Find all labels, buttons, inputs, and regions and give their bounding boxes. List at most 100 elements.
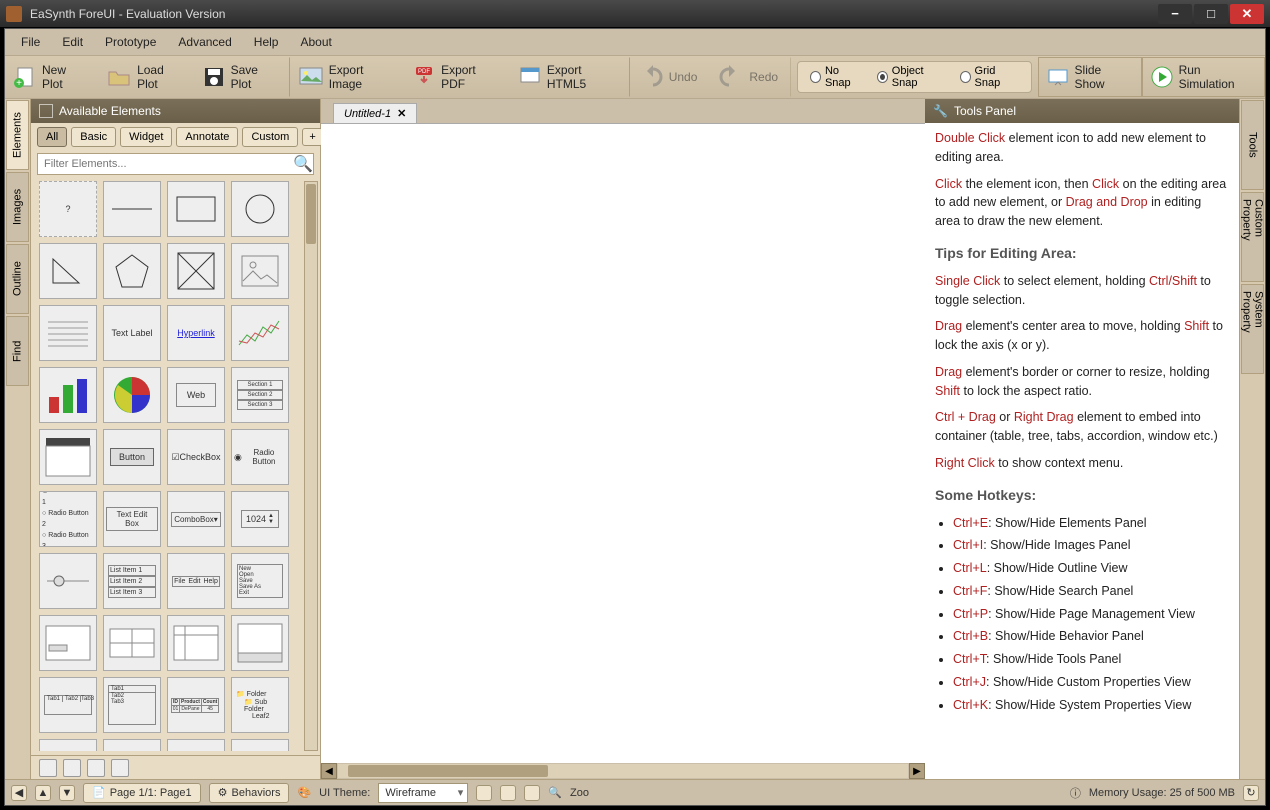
elem-cross[interactable] xyxy=(167,243,225,299)
search-icon[interactable]: 🔍 xyxy=(293,154,313,174)
first-page-button[interactable]: ◀ xyxy=(11,785,27,801)
elem-combobox[interactable]: ComboBox▾ xyxy=(167,491,225,547)
filter-box[interactable]: 🔍 xyxy=(37,153,314,175)
theme-opt3[interactable] xyxy=(524,785,540,801)
minimize-button[interactable]: − xyxy=(1158,4,1192,24)
menu-help[interactable]: Help xyxy=(244,32,289,52)
no-snap-radio[interactable]: No Snap xyxy=(810,65,863,89)
elem-menu[interactable]: NewOpenSaveSave AsExit xyxy=(231,553,289,609)
elem-panel[interactable] xyxy=(231,615,289,671)
cat-basic[interactable]: Basic xyxy=(71,127,116,147)
new-plot-button[interactable]: +New Plot xyxy=(5,57,98,97)
elem-ellipse[interactable] xyxy=(231,181,289,237)
tab-custom-property[interactable]: Custom Property xyxy=(1241,192,1264,282)
elem-vtabs[interactable]: Tab1Tab2Tab3 xyxy=(103,677,161,733)
elem-radiogroup[interactable]: ◉ Radio Button 1○ Radio Button 2○ Radio … xyxy=(39,491,97,547)
elem-list[interactable]: List Item 1List Item 2List Item 3 xyxy=(103,553,161,609)
elem-web[interactable]: Web xyxy=(167,367,225,423)
elem-text-label[interactable]: Text Label xyxy=(103,305,161,361)
refresh-button[interactable]: ↻ xyxy=(1243,785,1259,801)
save-plot-button[interactable]: Save Plot xyxy=(194,57,290,97)
close-button[interactable]: ✕ xyxy=(1230,4,1264,24)
cat-add[interactable]: + xyxy=(302,128,322,146)
palette-icon[interactable]: 🎨 xyxy=(297,786,311,799)
run-simulation-button[interactable]: Run Simulation xyxy=(1142,57,1265,97)
cat-all[interactable]: All xyxy=(37,127,67,147)
cat-custom[interactable]: Custom xyxy=(242,127,298,147)
elem-placeholder[interactable]: ? xyxy=(39,181,97,237)
elem-lines[interactable] xyxy=(39,305,97,361)
object-snap-radio[interactable]: Object Snap xyxy=(877,65,946,89)
elem-form[interactable] xyxy=(39,615,97,671)
undo-button[interactable]: Undo xyxy=(630,57,711,97)
menu-edit[interactable]: Edit xyxy=(52,32,93,52)
elem-chart-pie[interactable] xyxy=(103,367,161,423)
elem-groupbox[interactable]: Group Title xyxy=(39,739,97,751)
pf-btn4[interactable] xyxy=(111,759,129,777)
redo-button[interactable]: Redo xyxy=(710,57,791,97)
next-page-button[interactable]: ▼ xyxy=(59,785,75,801)
menu-file[interactable]: File xyxy=(11,32,50,52)
elem-chart-bar[interactable] xyxy=(39,367,97,423)
elem-menubar[interactable]: FileEditHelp xyxy=(167,553,225,609)
close-tab-icon[interactable]: ✕ xyxy=(397,107,406,120)
elem-sections[interactable]: Section 1Section 2Section 3 xyxy=(231,367,289,423)
tab-images[interactable]: Images xyxy=(6,172,29,242)
elem-image[interactable] xyxy=(231,243,289,299)
slide-show-button[interactable]: Slide Show xyxy=(1038,57,1142,97)
elem-more2[interactable] xyxy=(231,739,289,751)
tab-outline[interactable]: Outline xyxy=(6,244,29,314)
elem-table[interactable]: IDProductCount01DePane45 xyxy=(167,677,225,733)
menu-prototype[interactable]: Prototype xyxy=(95,32,166,52)
tab-find[interactable]: Find xyxy=(6,316,29,386)
elem-button[interactable]: Button xyxy=(103,429,161,485)
pf-btn1[interactable] xyxy=(39,759,57,777)
pf-btn3[interactable] xyxy=(87,759,105,777)
cat-annotate[interactable]: Annotate xyxy=(176,127,238,147)
page-button[interactable]: 📄Page 1/1: Page1 xyxy=(83,783,201,803)
scroll-right-icon[interactable]: ▶ xyxy=(909,763,925,779)
grid-snap-radio[interactable]: Grid Snap xyxy=(960,65,1019,89)
elem-slider[interactable] xyxy=(39,553,97,609)
file-tab[interactable]: Untitled-1✕ xyxy=(333,103,417,123)
elem-radiobutton[interactable]: ◉ Radio Button xyxy=(231,429,289,485)
elem-calendar[interactable] xyxy=(39,429,97,485)
elements-scrollbar[interactable] xyxy=(304,181,318,751)
tab-elements[interactable]: Elements xyxy=(6,100,29,170)
theme-select[interactable]: Wireframe xyxy=(378,783,468,803)
scroll-left-icon[interactable]: ◀ xyxy=(321,763,337,779)
behaviors-button[interactable]: ⚙Behaviors xyxy=(209,783,290,803)
menu-advanced[interactable]: Advanced xyxy=(168,32,241,52)
elem-polygon[interactable] xyxy=(103,243,161,299)
canvas-hscroll[interactable]: ◀ ▶ xyxy=(321,763,925,779)
elem-line[interactable] xyxy=(103,181,161,237)
theme-opt2[interactable] xyxy=(500,785,516,801)
elem-layout[interactable] xyxy=(167,615,225,671)
tab-system-property[interactable]: System Property xyxy=(1241,284,1264,374)
elem-texteditbox[interactable]: Text Edit Box xyxy=(103,491,161,547)
elem-grid[interactable] xyxy=(103,615,161,671)
tab-tools[interactable]: Tools xyxy=(1241,100,1264,190)
menu-about[interactable]: About xyxy=(290,32,341,52)
zoom-icon[interactable]: 🔍 xyxy=(548,786,562,799)
elem-rect[interactable] xyxy=(167,181,225,237)
pf-btn2[interactable] xyxy=(63,759,81,777)
export-image-button[interactable]: Export Image xyxy=(290,57,404,97)
elem-more1[interactable] xyxy=(167,739,225,751)
prev-page-button[interactable]: ▲ xyxy=(35,785,51,801)
maximize-button[interactable]: □ xyxy=(1194,4,1228,24)
elem-checkbox[interactable]: ☑ CheckBox xyxy=(167,429,225,485)
export-pdf-button[interactable]: PDFExport PDF xyxy=(404,57,510,97)
theme-opt1[interactable] xyxy=(476,785,492,801)
elem-window[interactable]: Window Title xyxy=(103,739,161,751)
elem-chart-line[interactable] xyxy=(231,305,289,361)
export-html5-button[interactable]: Export HTML5 xyxy=(510,57,630,97)
elem-hyperlink[interactable]: Hyperlink xyxy=(167,305,225,361)
elem-tabs[interactable]: Tab1Tab2Tab3 xyxy=(39,677,97,733)
cat-widget[interactable]: Widget xyxy=(120,127,172,147)
filter-input[interactable] xyxy=(38,158,293,170)
load-plot-button[interactable]: Load Plot xyxy=(98,57,194,97)
elem-triangle[interactable] xyxy=(39,243,97,299)
elem-spinner[interactable]: 1024▲▼ xyxy=(231,491,289,547)
elem-tree[interactable]: 📁 Folder📁 Sub FolderLeaf2 xyxy=(231,677,289,733)
